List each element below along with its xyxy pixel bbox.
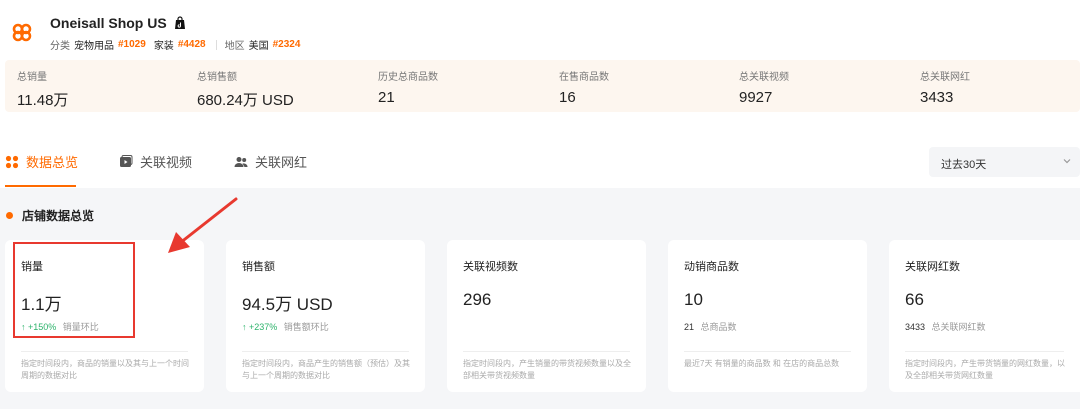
video-icon (120, 154, 133, 167)
annotation-highlight-box (13, 242, 135, 338)
card-description: 指定时间段内，产生销量的带货视频数量以及全部相关带货视频数量 (463, 359, 631, 380)
users-icon (234, 156, 248, 167)
category-2-rank: #4428 (177, 39, 206, 50)
card-divider (21, 351, 188, 352)
tiktok-shop-icon[interactable] (173, 16, 187, 30)
shop-detail-page: Oneisall Shop US 分类 宠物用品 #1029 家装 #4428 … (0, 0, 1080, 409)
period-select[interactable]: 过去30天 (929, 147, 1080, 177)
metric-card-videos: 关联视频数 296 指定时间段内，产生销量的带货视频数量以及全部相关带货视频数量 (447, 240, 646, 392)
grid-icon (5, 155, 19, 168)
section-title: 店铺数据总览 (6, 207, 94, 224)
card-divider (463, 351, 630, 352)
active-tab-indicator (5, 185, 76, 187)
tab-videos[interactable]: 关联视频 (119, 152, 192, 171)
tab-bar: 数据总览 关联视频 关联网红 (0, 138, 1080, 188)
metric-card-active-products: 动销商品数 10 21 总商品数 最近7天 有销量的商品数 和 在店的商品总数 (668, 240, 867, 392)
card-divider (905, 351, 1064, 352)
summary-stat: 在售商品数 16 (559, 72, 609, 106)
region-rank: #2324 (272, 39, 301, 50)
region: 美国 (248, 41, 269, 52)
card-divider (684, 351, 851, 352)
category-1-rank: #1029 (118, 39, 146, 50)
shop-header: Oneisall Shop US 分类 宠物用品 #1029 家装 #4428 … (0, 0, 1080, 58)
card-description: 指定时间段内，产生带货销量的网红数量，以及全部相关带货网红数量 (905, 359, 1065, 380)
metric-card-influencers: 关联网红数 66 3433 总关联网红数 指定时间段内，产生带货销量的网红数量，… (889, 240, 1080, 392)
shop-meta: 分类 宠物用品 #1029 家装 #4428 地区 美国 #2324 (50, 39, 301, 52)
metric-card-revenue: 销售额 94.5万 USD ↑ +237% 销售额环比 指定时间段内，商品产生的… (226, 240, 425, 392)
summary-stat: 总销量 11.48万 (17, 72, 69, 109)
card-description: 指定时间段内，商品产生的销售额（预估）及其与上一个周期的数据对比 (242, 359, 410, 380)
summary-stat: 历史总商品数 21 (378, 72, 438, 106)
summary-stat: 总关联网红 3433 (920, 72, 970, 106)
summary-bar: 总销量 11.48万 总销售额 680.24万 USD 历史总商品数 21 在售… (5, 60, 1080, 112)
tab-influencers[interactable]: 关联网红 (234, 152, 307, 171)
brand-logo-icon (12, 23, 32, 42)
summary-stat: 总销售额 680.24万 USD (197, 72, 294, 109)
card-description: 最近7天 有销量的商品数 和 在店的商品总数 (684, 359, 840, 368)
summary-stat: 总关联视频 9927 (739, 72, 789, 106)
meta-divider (215, 39, 217, 50)
change-rate: ↑ +237% (242, 322, 278, 332)
section-dot (6, 212, 13, 219)
tab-overview[interactable]: 数据总览 (5, 152, 78, 171)
card-description: 指定时间段内，商品的销量以及其与上一个时间周期的数据对比 (21, 359, 189, 380)
shop-name: Oneisall Shop US (50, 15, 187, 31)
overview-section: 店铺数据总览 销量 1.1万 ↑ +150% 销量环比 指定时间段内，商品的销量… (0, 188, 1080, 409)
category-2: 家装 (153, 41, 174, 52)
chevron-down-icon (1063, 159, 1071, 164)
category-1: 宠物用品 (74, 41, 114, 52)
card-divider (242, 351, 409, 352)
